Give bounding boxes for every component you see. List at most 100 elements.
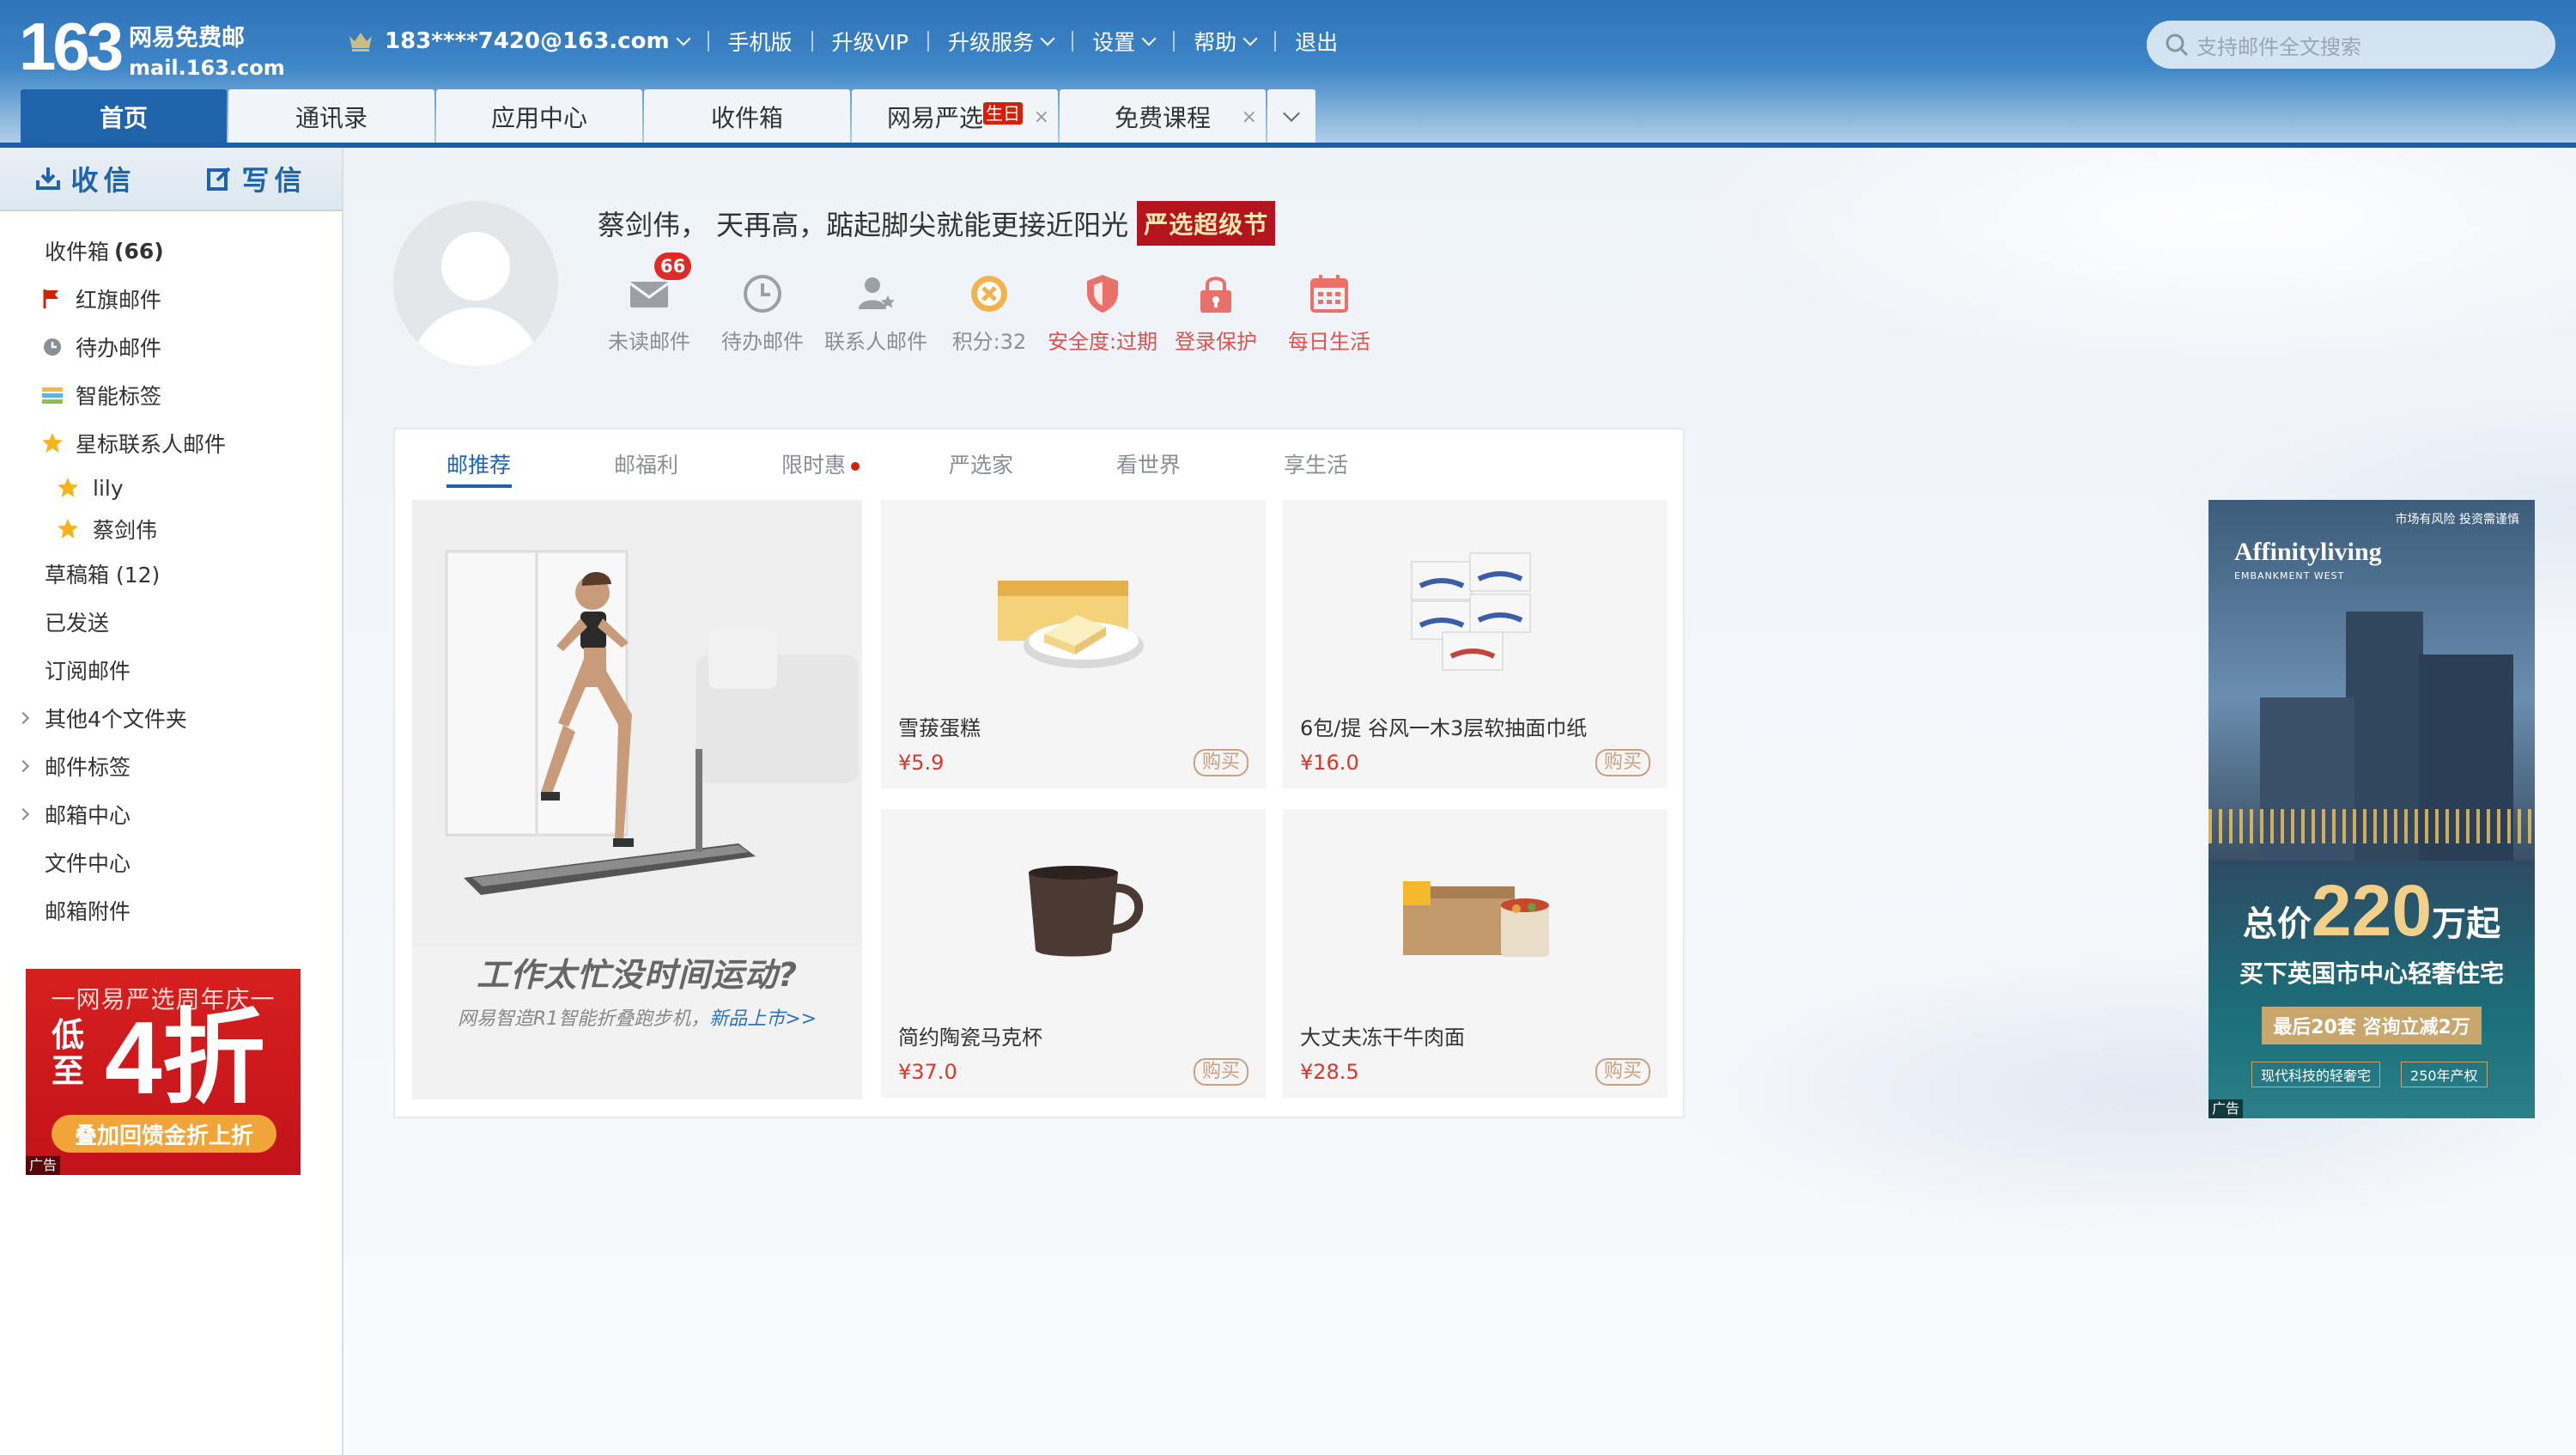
search-input[interactable]: 支持邮件全文搜索 xyxy=(2147,21,2555,69)
panel-tab-label: 邮福利 xyxy=(614,453,679,478)
unread-count: (66) xyxy=(114,238,164,264)
nav-help[interactable]: 帮助 xyxy=(1175,26,1274,57)
ad-features: 现代科技的轻奢宅 250年产权 xyxy=(2251,1062,2488,1087)
panel-tab-world[interactable]: 看世界 xyxy=(1116,429,1284,490)
tab-inbox[interactable]: 收件箱 xyxy=(644,89,850,144)
clock-icon xyxy=(744,275,781,313)
panel-tab-limited[interactable]: 限时惠 xyxy=(781,429,949,490)
tab-home[interactable]: 首页 xyxy=(21,89,227,144)
ad-headline-prefix: 总价 xyxy=(2242,904,2312,944)
tabs-more-button[interactable] xyxy=(1267,89,1315,144)
folder-red-flag[interactable]: 红旗邮件 xyxy=(0,275,342,323)
chevron-right-icon[interactable] xyxy=(16,711,30,725)
folder-starred-contacts[interactable]: 星标联系人邮件 xyxy=(0,419,342,467)
close-icon[interactable]: × xyxy=(1034,107,1049,128)
folder-file-center[interactable]: 文件中心 xyxy=(0,838,342,886)
folder-drafts[interactable]: 草稿箱 (12) xyxy=(0,550,342,598)
tab-label: 收件箱 xyxy=(710,104,783,132)
folder-attachments[interactable]: 邮箱附件 xyxy=(0,886,342,934)
panel-tab-welfare[interactable]: 邮福利 xyxy=(614,429,781,490)
panel-tab-recommend[interactable]: 邮推荐 xyxy=(447,429,614,490)
sidebar-ad-banner[interactable]: 一网易严选周年庆一 低至 4折 叠加回馈金折上折 广告 xyxy=(26,969,301,1175)
quick-security[interactable]: 安全度:过期 xyxy=(1046,263,1159,355)
ad-feature: 250年产权 xyxy=(2401,1062,2488,1087)
quick-login-protect[interactable]: 登录保护 xyxy=(1159,263,1273,355)
product-name: 6包/提 谷风一木3层软抽面巾纸 xyxy=(1300,716,1588,740)
chevron-right-icon[interactable] xyxy=(16,759,30,773)
folder-todo[interactable]: 待办邮件 xyxy=(0,323,342,371)
product-price: ¥37.0 xyxy=(898,1060,957,1084)
compose-label: 写信 xyxy=(241,164,307,197)
folder-label: 收件箱 xyxy=(45,240,110,265)
feature-subtitle: 网易智造R1智能折叠跑步机，新品上市>> xyxy=(412,1003,862,1031)
nav-logout[interactable]: 退出 xyxy=(1276,26,1357,57)
new-dot xyxy=(851,462,860,471)
folder-subscriptions[interactable]: 订阅邮件 xyxy=(0,646,342,694)
ad-tag: 广告 xyxy=(2208,1099,2244,1118)
receive-button[interactable]: 收信 xyxy=(0,148,171,210)
panel-tab-life[interactable]: 享生活 xyxy=(1284,429,1451,490)
buy-button[interactable]: 购买 xyxy=(1595,1058,1650,1086)
red-flag-icon xyxy=(43,289,58,308)
promo-badge[interactable]: 严选超级节 xyxy=(1137,201,1276,246)
crown-icon xyxy=(349,33,372,52)
avatar[interactable] xyxy=(393,201,558,366)
feature-banner[interactable]: 工作太忙没时间运动? 网易智造R1智能折叠跑步机，新品上市>> xyxy=(412,500,862,1099)
nav-settings[interactable]: 设置 xyxy=(1073,26,1173,57)
account-menu[interactable]: 183****7420@163.com xyxy=(347,28,708,54)
nav-mobile[interactable]: 手机版 xyxy=(709,26,811,57)
folder-mail-center[interactable]: 邮箱中心 xyxy=(0,790,342,838)
folder-mail-tags[interactable]: 邮件标签 xyxy=(0,742,342,790)
ad-headline-number: 220 xyxy=(2311,870,2433,951)
quick-label: 未读邮件 xyxy=(608,330,690,354)
buy-button[interactable]: 购买 xyxy=(1193,749,1249,776)
folder-other[interactable]: 其他4个文件夹 xyxy=(0,694,342,742)
tab-app-center[interactable]: 应用中心 xyxy=(436,89,642,144)
folder-label: 订阅邮件 xyxy=(45,659,131,684)
product-name: 大丈夫冻干牛肉面 xyxy=(1300,1026,1465,1050)
nav-upgrade-service[interactable]: 升级服务 xyxy=(929,26,1072,57)
chevron-down-icon xyxy=(1242,31,1258,46)
tab-label: 通讯录 xyxy=(295,104,368,132)
right-ad-banner[interactable]: 市场有风险 投资需谨慎 Affinityliving EMBANKMENT WE… xyxy=(2208,500,2535,1118)
feature-link[interactable]: 新品上市>> xyxy=(709,1008,817,1030)
ad-line2: 低至 xyxy=(52,1016,85,1090)
quick-points[interactable]: 积分:32 xyxy=(933,263,1046,355)
quick-contacts[interactable]: 联系人邮件 xyxy=(819,263,933,355)
quick-label: 安全度:过期 xyxy=(1047,330,1158,354)
close-icon[interactable]: × xyxy=(1242,107,1257,128)
ad-tag: 广告 xyxy=(26,1156,61,1175)
compose-button[interactable]: 写信 xyxy=(171,148,342,210)
folder-smart-tags[interactable]: 智能标签 xyxy=(0,371,342,419)
folder-label: lily xyxy=(93,475,124,501)
buy-button[interactable]: 购买 xyxy=(1595,749,1650,776)
folder-contact-cai[interactable]: 蔡剑伟 xyxy=(0,508,342,550)
quick-label: 每日生活 xyxy=(1288,330,1370,354)
quick-unread[interactable]: 66 未读邮件 xyxy=(592,253,706,355)
folder-sent[interactable]: 已发送 xyxy=(0,598,342,646)
avatar-body xyxy=(410,307,541,366)
ad-city-lights xyxy=(2208,809,2535,843)
quick-daily-life[interactable]: 每日生活 xyxy=(1273,263,1386,355)
download-icon xyxy=(36,167,61,190)
panel-tab-yanxuan[interactable]: 严选家 xyxy=(949,429,1116,490)
folder-contact-lily[interactable]: lily xyxy=(0,467,342,508)
product-card[interactable]: 简约陶瓷马克杯 ¥37.0 购买 xyxy=(881,809,1266,1098)
account-email: 183****7420@163.com xyxy=(385,28,670,54)
tab-yanxuan[interactable]: 网易严选 生日 × xyxy=(852,89,1058,144)
product-card[interactable]: 6包/提 谷风一木3层软抽面巾纸 ¥16.0 购买 xyxy=(1283,500,1668,788)
ad-headline-suffix: 万起 xyxy=(2432,904,2501,944)
panel-tab-label: 享生活 xyxy=(1284,453,1349,478)
chevron-right-icon[interactable] xyxy=(16,807,30,821)
shield-icon xyxy=(1087,275,1118,313)
header: 163 网易免费邮 mail.163.com 183****7420@163.c… xyxy=(0,0,2576,148)
product-card[interactable]: 大丈夫冻干牛肉面 ¥28.5 购买 xyxy=(1283,809,1668,1098)
tab-free-course[interactable]: 免费课程 × xyxy=(1060,89,1266,144)
logo[interactable]: 163 网易免费邮 mail.163.com xyxy=(19,12,285,81)
product-card[interactable]: 雪菝蛋糕 ¥5.9 购买 xyxy=(881,500,1266,788)
buy-button[interactable]: 购买 xyxy=(1193,1058,1249,1086)
tab-contacts[interactable]: 通讯录 xyxy=(228,89,434,144)
nav-upgrade-vip[interactable]: 升级VIP xyxy=(813,26,928,57)
quick-todo[interactable]: 待办邮件 xyxy=(706,263,819,355)
folder-inbox[interactable]: 收件箱 (66) xyxy=(0,227,342,275)
